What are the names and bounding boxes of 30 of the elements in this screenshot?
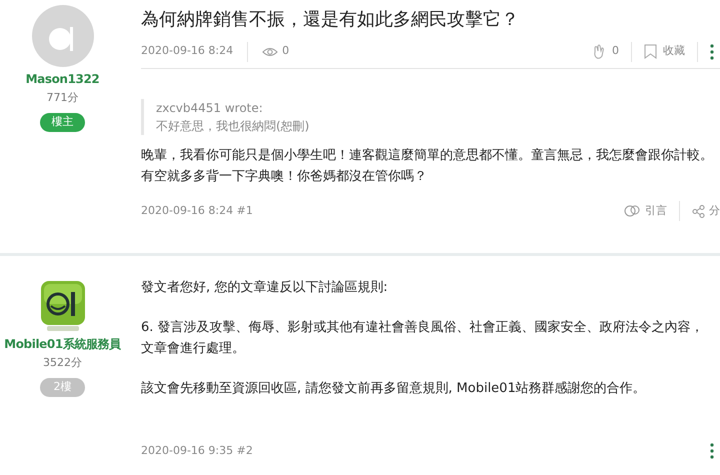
post-text: 發文者您好, 您的文章違反以下討論區規則: (141, 279, 389, 297)
like-count: 0 (612, 43, 619, 60)
view-count: 0 (282, 43, 290, 60)
quote-author: zxcvb4451 wrote: (156, 100, 264, 117)
quote-button[interactable]: 引言 (645, 202, 667, 220)
floor-badge: 樓主 (40, 112, 85, 132)
avatar-icon (38, 280, 86, 332)
more-icon[interactable] (710, 443, 714, 460)
avatar-icon (32, 5, 94, 67)
post-text: 該文會先移動至資源回收區, 請您發文前再多留意規則, Mobile01站務群感謝您的合作。 (141, 380, 647, 398)
post-date: 2020-09-16 8:24 (141, 43, 234, 60)
bookmark-icon[interactable] (644, 44, 657, 59)
more-icon[interactable] (710, 44, 714, 60)
eye-icon (262, 46, 278, 56)
author-name[interactable]: Mobile01系統服務員 (4, 335, 121, 353)
post-text: 6. 發言涉及攻擊、侮辱、影射或其他有違社會善良風俗、社會正義、國家安全、政府法令之內容，文章會進行處理。 (141, 319, 705, 358)
quote-icon[interactable] (624, 204, 640, 218)
floor-badge: 2樓 (40, 378, 85, 396)
user-score: 3522分 (43, 355, 82, 371)
post-meta: 2020-09-16 9:35 #2 (141, 443, 253, 459)
author-name[interactable]: Mason1322 (26, 70, 100, 88)
thread-title: 為何納牌銷售不振，還是有如此多網民攻擊它？ (141, 8, 519, 32)
post-meta: 2020-09-16 8:24 #1 (141, 202, 253, 219)
post-text: 晚輩，我看你可能只是個小學生吧！連客觀這麼簡單的意思都不懂。童言無忌，我怎麼會跟你計較。有空就多多背一下字典噢！你爸媽都沒在管你嗎？ (141, 147, 714, 186)
user-score: 771分 (46, 90, 78, 106)
bookmark-button[interactable]: 收藏 (663, 43, 685, 60)
quote-text: 不好意思，我也很納悶(恕刪) (156, 118, 310, 135)
share-icon[interactable] (692, 204, 705, 218)
clap-icon[interactable] (592, 44, 606, 59)
share-button[interactable]: 分 (709, 202, 720, 220)
